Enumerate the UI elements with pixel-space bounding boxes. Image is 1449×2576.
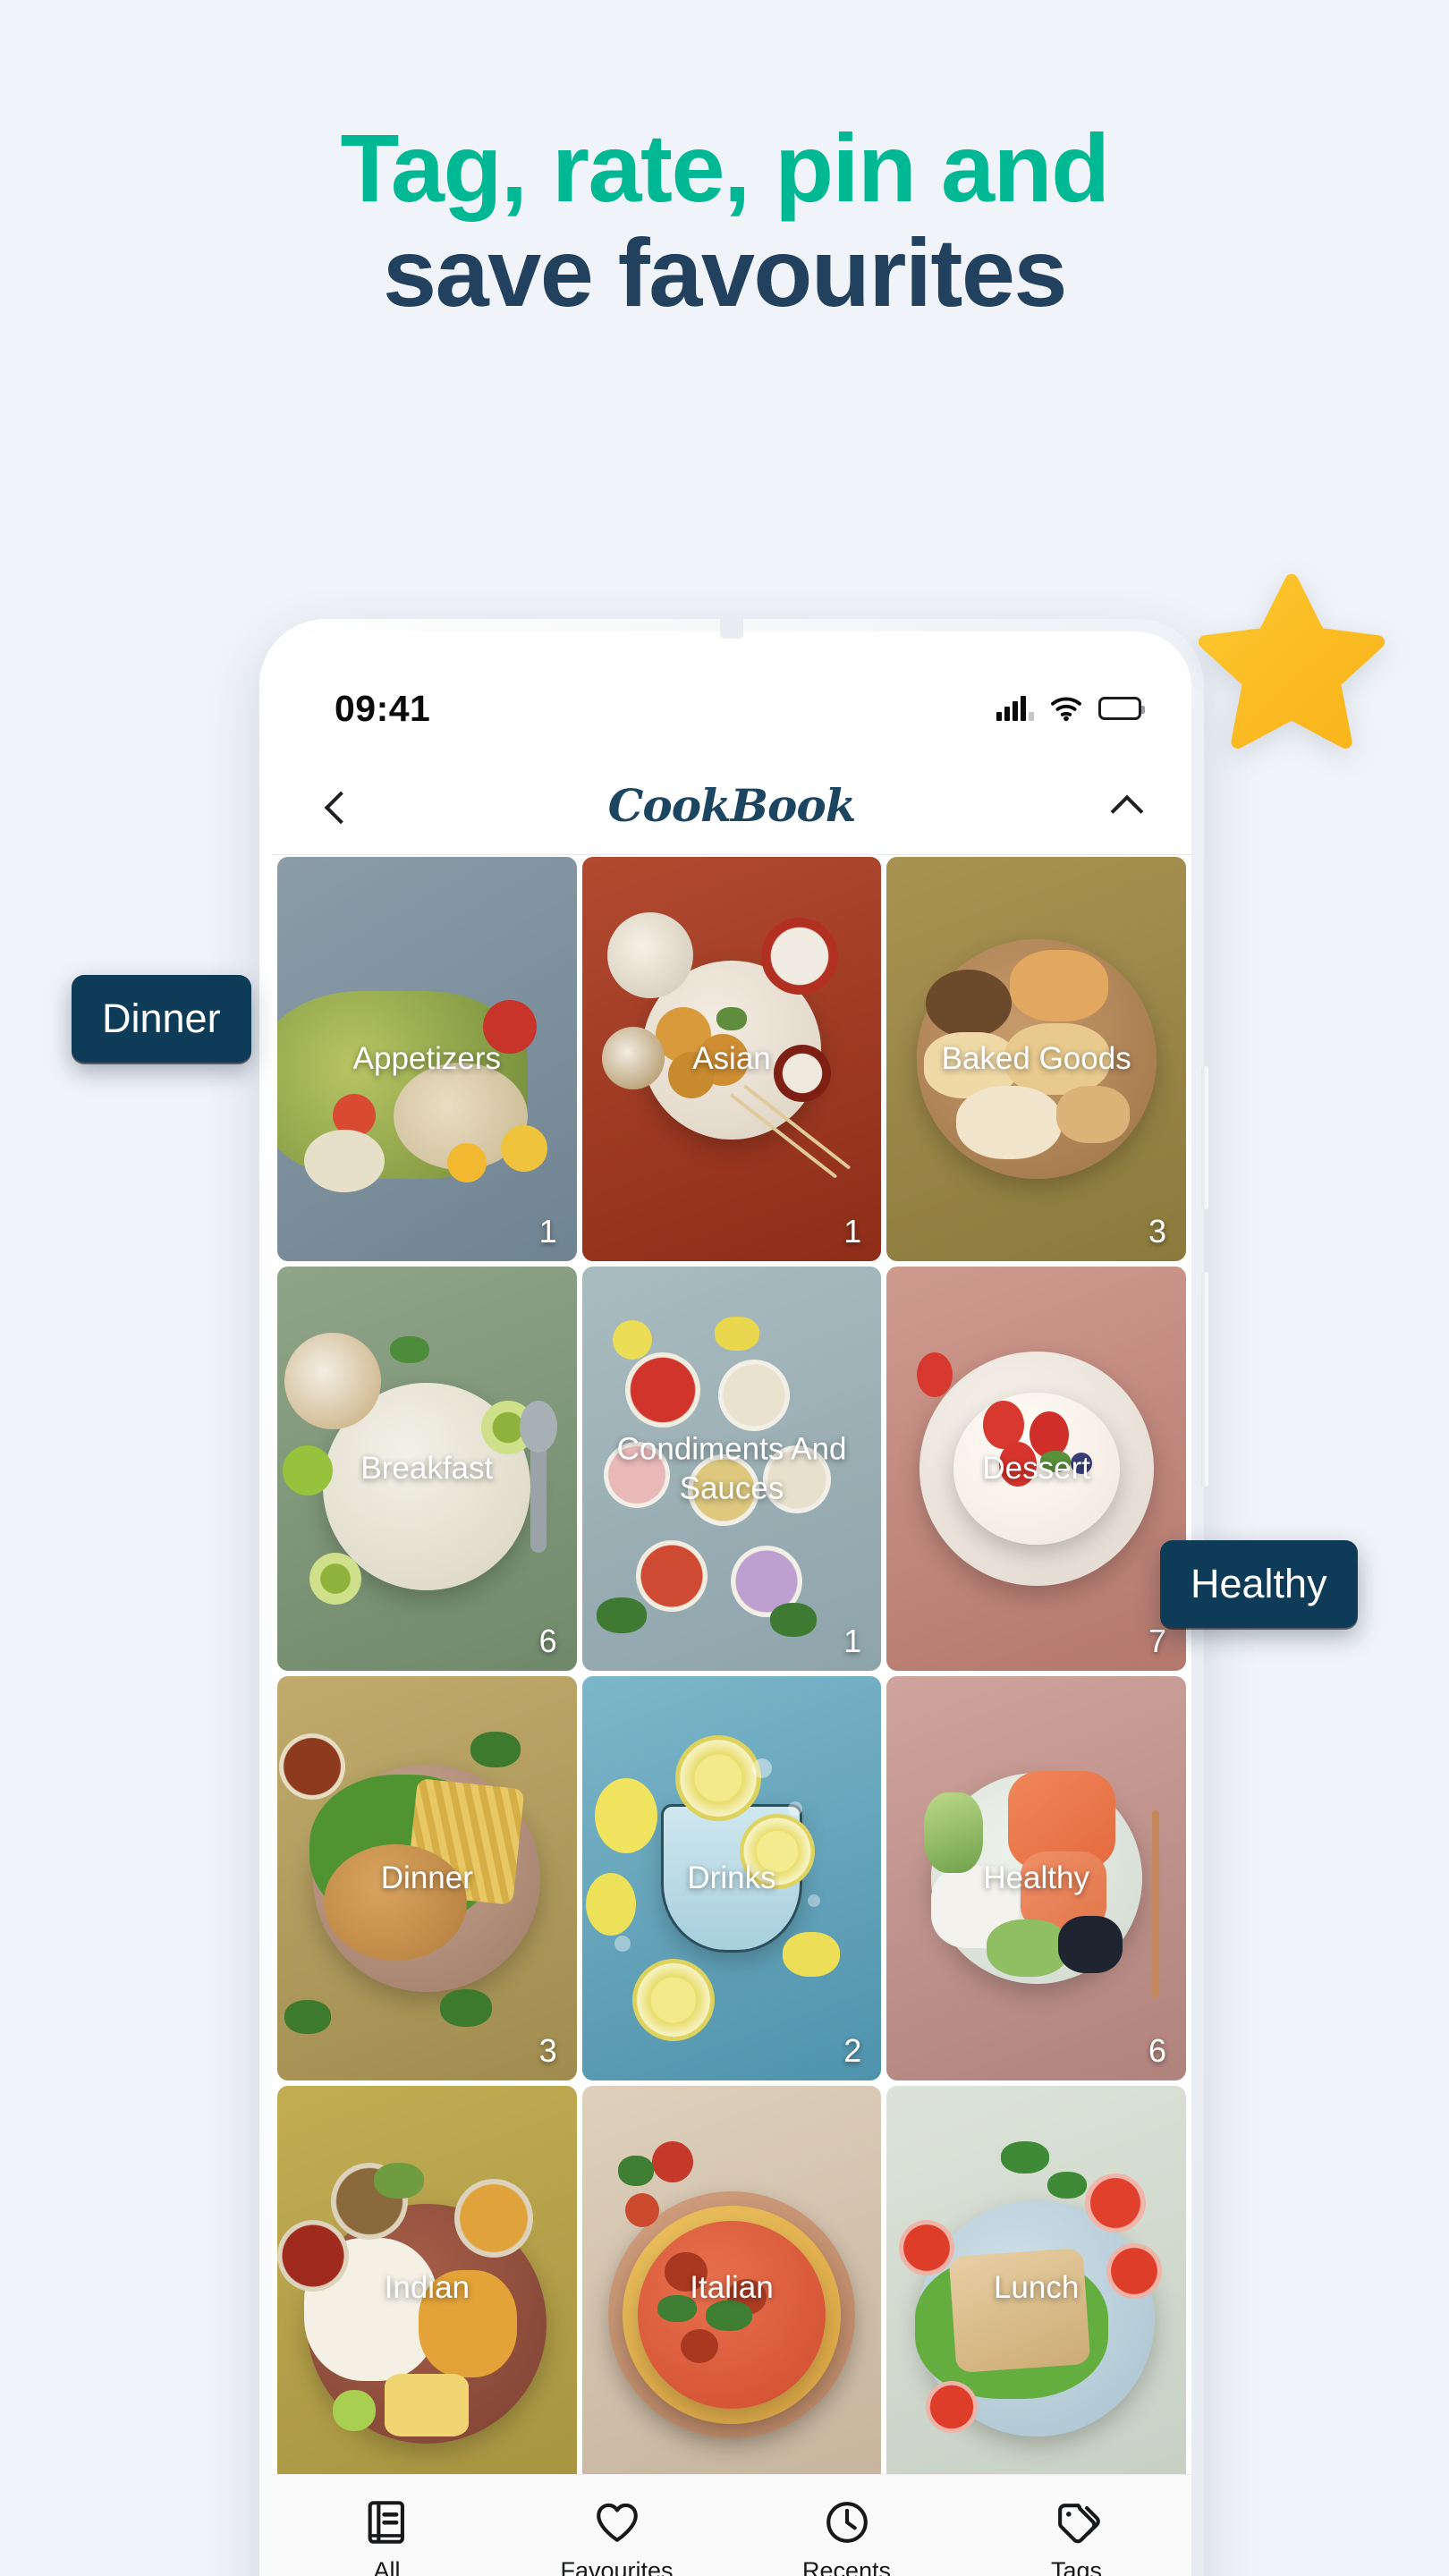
floating-tag-healthy[interactable]: Healthy <box>1160 1540 1358 1628</box>
tag-tile-asian[interactable]: Asian 1 <box>581 857 882 1261</box>
app-header: CookBook <box>272 757 1191 855</box>
tile-count: 1 <box>843 1213 862 1250</box>
tab-label: Recents <box>801 2557 892 2576</box>
bottom-tab-bar: All Favourites Recents Tags <box>272 2474 1191 2576</box>
tab-favourites[interactable]: Favourites <box>502 2496 732 2576</box>
tile-label: Condiments And Sauces <box>616 1431 847 1505</box>
tile-label: Italian <box>690 2270 774 2306</box>
tab-all[interactable]: All <box>272 2496 502 2576</box>
phone-speaker-notch <box>720 619 743 639</box>
tab-label: All <box>373 2557 401 2576</box>
tile-count: 6 <box>1148 2032 1166 2069</box>
tag-tile-lunch[interactable]: Lunch <box>886 2086 1186 2474</box>
phone-power-button <box>1201 1272 1208 1487</box>
heart-icon <box>596 2503 638 2542</box>
cookbook-logo: CookBook <box>607 779 857 832</box>
tab-tags[interactable]: Tags <box>962 2496 1191 2576</box>
tile-count: 2 <box>843 2032 862 2069</box>
signal-bars-icon <box>996 696 1034 721</box>
battery-full-icon <box>1098 697 1145 720</box>
tile-label: Indian <box>384 2270 470 2306</box>
tile-label: Asian <box>692 1041 771 1077</box>
tag-tile-appetizers[interactable]: Appetizers 1 <box>277 857 577 1261</box>
phone-mockup: 09:41 CookBook Appetizers 1 Asian 1 Bake… <box>259 619 1208 2576</box>
tile-label: Baked Goods <box>941 1041 1131 1077</box>
status-time: 09:41 <box>335 687 431 729</box>
phone-screen: 09:41 CookBook Appetizers 1 Asian 1 Bake… <box>272 631 1191 2576</box>
tile-label: Healthy <box>983 1860 1089 1896</box>
status-bar: 09:41 <box>272 676 1191 741</box>
tag-tile-drinks[interactable]: Drinks 2 <box>581 1676 882 2080</box>
floating-tag-dinner[interactable]: Dinner <box>72 975 251 1063</box>
tile-label: Drinks <box>687 1860 776 1896</box>
tile-label: Dessert <box>982 1451 1090 1487</box>
tag-grid: Appetizers 1 Asian 1 Baked Goods 3 Break… <box>272 857 1191 2474</box>
wifi-icon <box>1051 697 1081 722</box>
phone-volume-button <box>1201 1066 1208 1209</box>
tab-label: Tags <box>1050 2557 1103 2576</box>
tag-tile-condiments-and-sauces[interactable]: Condiments And Sauces 1 <box>581 1267 882 1671</box>
tile-count: 6 <box>538 1623 557 1659</box>
tile-label: Breakfast <box>360 1451 494 1487</box>
tile-count: 1 <box>538 1213 557 1250</box>
tag-tile-healthy[interactable]: Healthy 6 <box>886 1676 1186 2080</box>
tile-count: 3 <box>1148 1213 1166 1250</box>
tag-tile-dessert[interactable]: Dessert 7 <box>886 1267 1186 1671</box>
tag-tile-breakfast[interactable]: Breakfast 6 <box>277 1267 577 1671</box>
chevron-left-icon[interactable] <box>317 785 358 826</box>
tag-icon <box>1057 2504 1100 2544</box>
tab-recents[interactable]: Recents <box>732 2496 962 2576</box>
tile-label: Appetizers <box>352 1041 502 1077</box>
tile-label: Dinner <box>380 1860 473 1896</box>
star-icon <box>1198 573 1385 749</box>
chevron-up-icon[interactable] <box>1106 785 1147 826</box>
book-icon <box>368 2501 404 2544</box>
tile-count: 7 <box>1148 1623 1166 1659</box>
headline-line-2: save favourites <box>383 217 1067 326</box>
status-indicators <box>996 695 1145 722</box>
tile-count: 1 <box>843 1623 862 1659</box>
tile-label: Lunch <box>993 2270 1080 2306</box>
page-title: Tag, rate, pin and save favourites <box>0 114 1449 326</box>
headline-line-1: Tag, rate, pin and <box>340 114 1110 222</box>
tile-count: 3 <box>538 2032 557 2069</box>
tag-tile-indian[interactable]: Indian <box>277 2086 577 2474</box>
clock-icon <box>826 2502 868 2543</box>
tab-label: Favourites <box>560 2557 674 2576</box>
tag-tile-dinner[interactable]: Dinner 3 <box>277 1676 577 2080</box>
tag-tile-baked-goods[interactable]: Baked Goods 3 <box>886 857 1186 1261</box>
tag-tile-italian[interactable]: Italian <box>581 2086 882 2474</box>
